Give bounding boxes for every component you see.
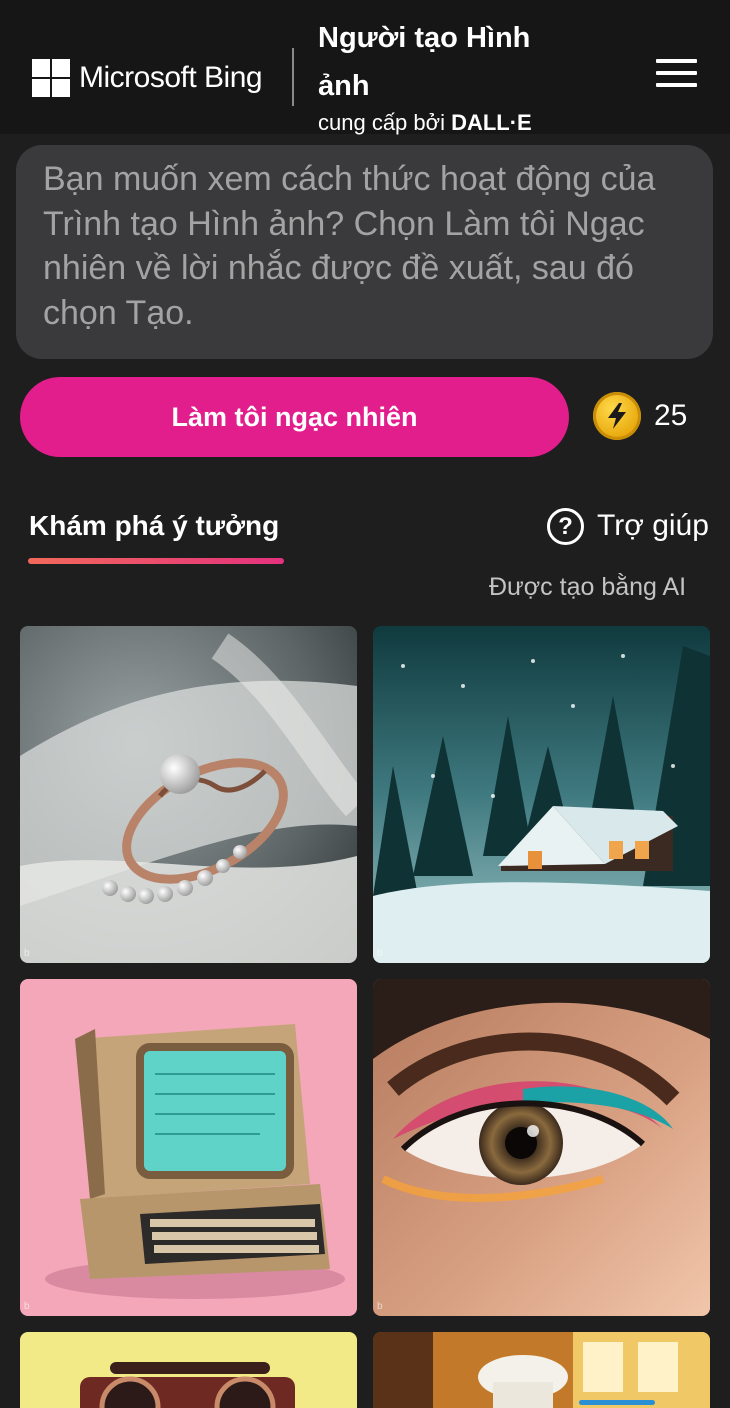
active-tab-indicator bbox=[28, 558, 284, 564]
help-label: Trợ giúp bbox=[597, 509, 709, 542]
page-subtitle: cung cấp bởi DALL·E bbox=[318, 108, 532, 138]
lightning-coin-icon[interactable] bbox=[593, 392, 641, 440]
page-title: Người tạo Hình ảnh bbox=[318, 22, 531, 102]
subtitle-brand: DALL·E bbox=[451, 110, 532, 135]
lightning-icon bbox=[608, 403, 626, 429]
subtitle-prefix: cung cấp bởi bbox=[318, 110, 445, 135]
gallery-image-pearl-ring[interactable]: b bbox=[20, 626, 357, 963]
gallery-image-eye-makeup[interactable]: b bbox=[373, 979, 710, 1316]
microsoft-logo-icon bbox=[32, 59, 70, 97]
bing-watermark-icon: b bbox=[377, 1301, 383, 1312]
gallery-image-chef[interactable] bbox=[373, 1332, 710, 1408]
question-circle-icon: ? bbox=[547, 507, 584, 545]
boost-count: 25 bbox=[654, 399, 688, 432]
header-divider bbox=[292, 48, 294, 106]
hamburger-menu-icon[interactable] bbox=[656, 57, 698, 91]
tab-explore-ideas[interactable]: Khám phá ý tưởng bbox=[29, 506, 279, 546]
prompt-input[interactable]: Bạn muốn xem cách thức hoạt động của Trì… bbox=[16, 145, 713, 359]
prompt-placeholder: Bạn muốn xem cách thức hoạt động của Trì… bbox=[43, 160, 656, 332]
bing-watermark-icon: b bbox=[24, 1301, 30, 1312]
bing-watermark-icon: b bbox=[24, 948, 30, 959]
gallery-image-retro-computer[interactable]: b bbox=[20, 979, 357, 1316]
gallery-image-snowy-cabin[interactable]: b bbox=[373, 626, 710, 963]
scroll-indicator bbox=[579, 1400, 655, 1405]
gallery-image-boombox[interactable] bbox=[20, 1332, 357, 1408]
app-header: Microsoft Bing Người tạo Hình ảnh cung c… bbox=[0, 0, 730, 135]
brand-name[interactable]: Microsoft Bing bbox=[79, 58, 263, 98]
surprise-me-button[interactable]: Làm tôi ngạc nhiên bbox=[20, 377, 569, 457]
help-button[interactable]: ? Trợ giúp bbox=[547, 506, 709, 546]
ai-generated-note: Được tạo bằng AI bbox=[489, 573, 687, 601]
bing-watermark-icon: b bbox=[377, 948, 383, 959]
